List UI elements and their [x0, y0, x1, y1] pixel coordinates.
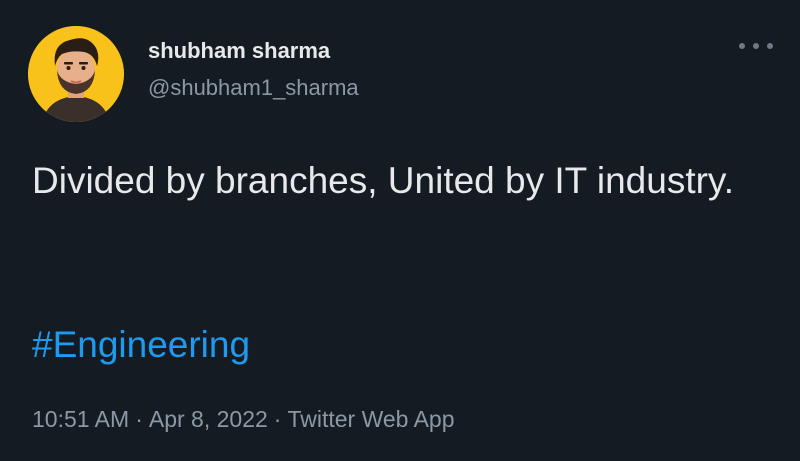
meta-separator: ·	[273, 406, 282, 432]
cartoon-avatar-icon	[28, 26, 124, 122]
tweet-time[interactable]: 10:51 AM	[32, 406, 129, 432]
tweet-date[interactable]: Apr 8, 2022	[149, 406, 268, 432]
more-dot	[767, 43, 773, 49]
meta-separator: ·	[135, 406, 143, 432]
more-options-icon[interactable]	[739, 36, 773, 56]
avatar[interactable]	[28, 26, 124, 122]
author-display-name[interactable]: shubham sharma	[148, 38, 330, 64]
tweet-source[interactable]: Twitter Web App	[287, 406, 454, 432]
more-dot	[753, 43, 759, 49]
tweet-card: shubham sharma @shubham1_sharma Divided …	[0, 0, 800, 461]
more-dot	[739, 43, 745, 49]
author-handle[interactable]: @shubham1_sharma	[148, 75, 359, 101]
tweet-text: Divided by branches, United by IT indust…	[32, 160, 734, 201]
hashtag-link[interactable]: #Engineering	[32, 320, 250, 370]
tweet-meta: 10:51 AM · Apr 8, 2022 · Twitter Web App	[32, 406, 455, 433]
